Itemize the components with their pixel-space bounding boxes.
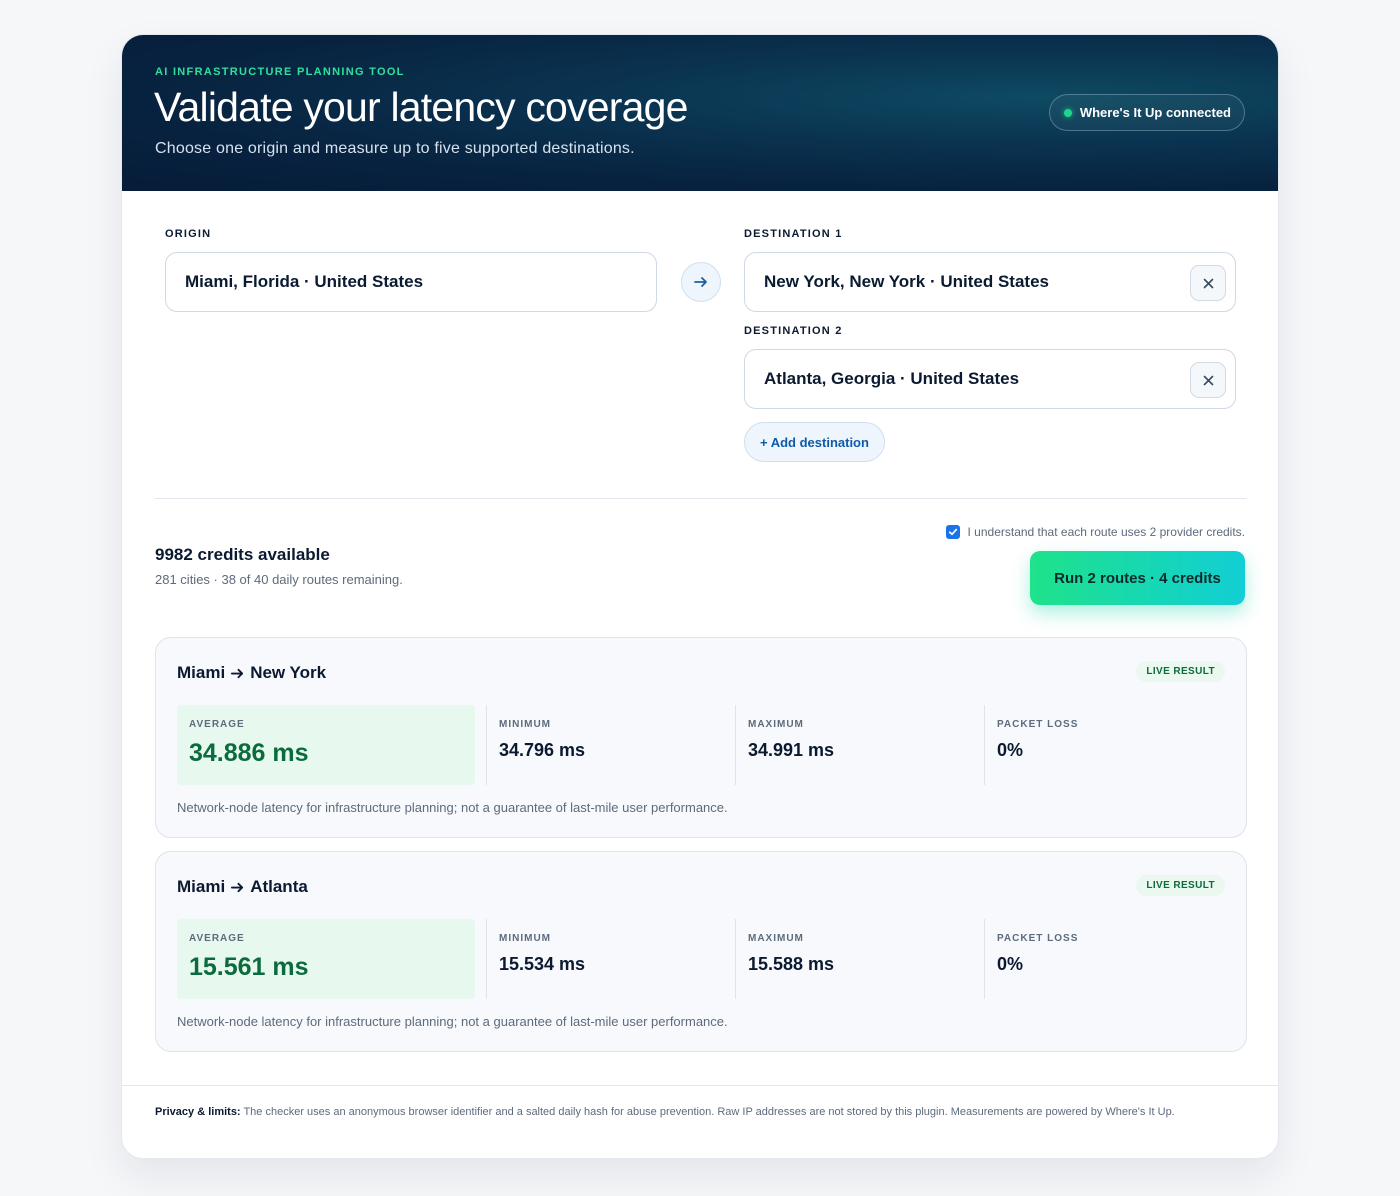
result-destination: New York — [250, 663, 327, 682]
close-icon — [1203, 375, 1213, 385]
consent-row: I understand that each route uses 2 prov… — [945, 525, 1246, 539]
page-subtitle: Choose one origin and measure up to five… — [155, 140, 635, 157]
metric-value: 0% — [997, 954, 1024, 974]
destination-1-value: New York, New York · United States — [764, 272, 1049, 291]
result-disclaimer: Network-node latency for infrastructure … — [177, 800, 728, 815]
metric-label: AVERAGE — [189, 719, 245, 730]
run-routes-button[interactable]: Run 2 routes · 4 credits — [1030, 551, 1245, 605]
check-icon — [948, 528, 957, 536]
section-divider — [155, 498, 1247, 499]
metric-packet-loss: PACKET LOSS 0% — [984, 919, 1224, 999]
privacy-footer-label: Privacy & limits: — [155, 1106, 241, 1118]
origin-field[interactable]: Miami, Florida · United States — [165, 252, 657, 312]
privacy-footer-text: The checker uses an anonymous browser id… — [243, 1106, 1175, 1118]
result-destination: Atlanta — [250, 877, 308, 896]
close-icon — [1203, 278, 1213, 288]
destination-2-value: Atlanta, Georgia · United States — [764, 369, 1020, 388]
metric-label: MAXIMUM — [748, 933, 804, 944]
page-title: Validate your latency coverage — [154, 84, 688, 130]
metric-label: MAXIMUM — [748, 719, 804, 730]
metric-maximum: MAXIMUM 34.991 ms — [735, 705, 984, 785]
metric-value: 34.886 ms — [189, 739, 309, 767]
metric-label: PACKET LOSS — [997, 933, 1079, 944]
destination-1-label: DESTINATION 1 — [744, 228, 843, 240]
credits-detail: 281 cities · 38 of 40 daily routes remai… — [155, 572, 403, 587]
hero-eyebrow: AI INFRASTRUCTURE PLANNING TOOL — [155, 66, 405, 78]
arrow-right-icon — [694, 277, 707, 287]
metric-minimum: MINIMUM 15.534 ms — [486, 919, 735, 999]
connection-status-label: Where's It Up connected — [1079, 105, 1231, 120]
metric-average: AVERAGE 15.561 ms — [177, 919, 475, 999]
connection-status-badge: Where's It Up connected — [1048, 94, 1245, 131]
result-route-title: Miami New York — [177, 663, 326, 683]
metric-packet-loss: PACKET LOSS 0% — [984, 705, 1224, 785]
metric-label: MINIMUM — [499, 719, 551, 730]
arrow-right-icon — [231, 882, 244, 892]
footer-divider — [122, 1085, 1278, 1086]
origin-value: Miami, Florida · United States — [185, 272, 424, 291]
destination-1-field[interactable]: New York, New York · United States — [744, 252, 1236, 312]
result-origin: Miami — [177, 877, 226, 896]
remove-destination-2-button[interactable] — [1190, 362, 1226, 398]
metric-average: AVERAGE 34.886 ms — [177, 705, 475, 785]
consent-label: I understand that each route uses 2 prov… — [967, 525, 1246, 539]
credits-available: 9982 credits available — [155, 545, 330, 564]
destination-2-label: DESTINATION 2 — [744, 325, 843, 337]
result-card: Miami New York LIVE RESULT AVERAGE 34.88… — [155, 637, 1247, 838]
latency-checker-card: AI INFRASTRUCTURE PLANNING TOOL Validate… — [121, 34, 1279, 1159]
result-disclaimer: Network-node latency for infrastructure … — [177, 1014, 728, 1029]
add-destination-button[interactable]: + Add destination — [744, 422, 885, 462]
metric-value: 15.534 ms — [499, 954, 586, 974]
privacy-footer: Privacy & limits: The checker uses an an… — [155, 1103, 1247, 1121]
metric-maximum: MAXIMUM 15.588 ms — [735, 919, 984, 999]
consent-checkbox[interactable] — [945, 525, 960, 539]
arrow-right-icon — [231, 668, 244, 678]
live-result-badge: LIVE RESULT — [1136, 875, 1225, 896]
hero-header: AI INFRASTRUCTURE PLANNING TOOL Validate… — [122, 35, 1278, 191]
remove-destination-1-button[interactable] — [1190, 265, 1226, 301]
live-result-badge: LIVE RESULT — [1136, 661, 1225, 682]
result-origin: Miami — [177, 663, 226, 682]
metric-minimum: MINIMUM 34.796 ms — [486, 705, 735, 785]
metric-label: AVERAGE — [189, 933, 245, 944]
status-dot-icon — [1063, 108, 1072, 117]
metric-value: 34.991 ms — [748, 740, 835, 760]
result-route-title: Miami Atlanta — [177, 877, 308, 897]
origin-label: ORIGIN — [165, 228, 212, 240]
origin-to-destination-arrow — [681, 262, 721, 302]
metric-value: 15.561 ms — [189, 953, 309, 981]
metric-label: PACKET LOSS — [997, 719, 1079, 730]
metric-value: 34.796 ms — [499, 740, 586, 760]
metric-value: 15.588 ms — [748, 954, 835, 974]
metric-value: 0% — [997, 740, 1024, 760]
result-card: Miami Atlanta LIVE RESULT AVERAGE 15.561… — [155, 851, 1247, 1052]
metric-label: MINIMUM — [499, 933, 551, 944]
destination-2-field[interactable]: Atlanta, Georgia · United States — [744, 349, 1236, 409]
